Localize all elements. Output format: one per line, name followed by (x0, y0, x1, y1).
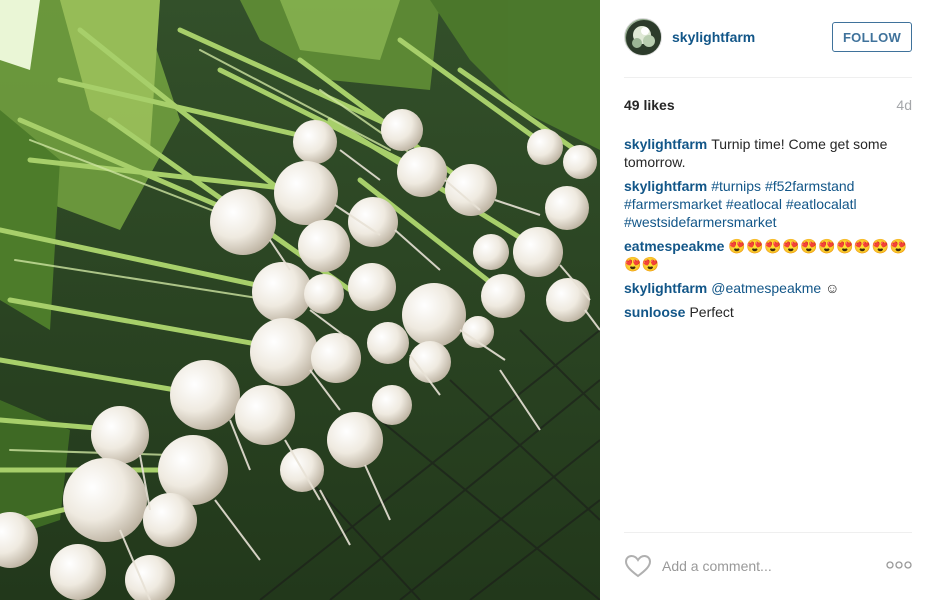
comment-author[interactable]: skylightfarm (624, 280, 707, 296)
comment-mention[interactable]: @eatmespeakme (711, 280, 821, 296)
add-comment-input[interactable] (662, 552, 872, 580)
comment-author[interactable]: eatmespeakme (624, 238, 724, 254)
list-item: skylightfarm Turnip time! Come get some t… (624, 135, 912, 171)
comment-author[interactable]: skylightfarm (624, 178, 707, 194)
post-meta: 49 likes 4d (624, 97, 912, 115)
likes-count[interactable]: 49 likes (624, 97, 675, 113)
comment-author[interactable]: sunloose (624, 304, 685, 320)
post-photo[interactable] (0, 0, 600, 600)
comment-author[interactable]: skylightfarm (624, 136, 707, 152)
list-item: skylightfarm @eatmespeakme ☺ (624, 279, 912, 297)
more-options-icon[interactable] (886, 560, 912, 570)
avatar-image (626, 20, 661, 55)
list-item: sunloose Perfect (624, 303, 912, 321)
comment-text: ☺ (825, 280, 840, 296)
turnip-photo (0, 0, 600, 600)
list-item: skylightfarm #turnips #f52farmstand #farm… (624, 177, 912, 231)
add-comment-bar (624, 550, 912, 582)
heart-icon[interactable] (624, 554, 652, 578)
post-details-panel: skylightfarm FOLLOW 49 likes 4d skylight… (600, 0, 936, 600)
header-divider (624, 77, 912, 78)
comment-list: skylightfarm Turnip time! Come get some t… (624, 135, 912, 327)
post-header: skylightfarm FOLLOW (624, 18, 912, 58)
username-link[interactable]: skylightfarm (672, 29, 755, 45)
footer-divider (624, 532, 912, 533)
follow-button[interactable]: FOLLOW (832, 22, 912, 52)
avatar[interactable] (624, 18, 662, 56)
comment-text: Perfect (689, 304, 734, 320)
post-age[interactable]: 4d (896, 97, 912, 113)
list-item: eatmespeakme 😍😍😍😍😍😍😍😍😍😍😍😍 (624, 237, 912, 273)
